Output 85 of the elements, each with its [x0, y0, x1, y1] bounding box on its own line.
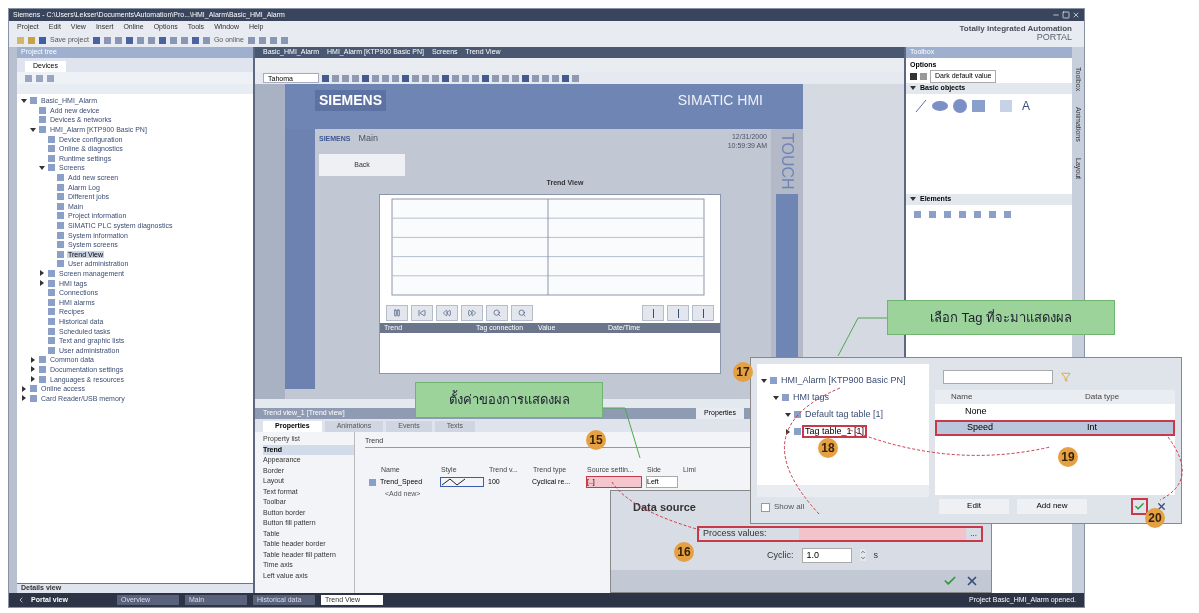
callout-label: ตั้งค่าของการแสดงผล	[415, 382, 603, 418]
element-tool-icon	[989, 211, 996, 218]
ruler-button[interactable]	[642, 305, 664, 321]
confirm-button[interactable]	[1131, 497, 1148, 515]
tree-item[interactable]: Default tag table [1]	[804, 410, 885, 419]
add-new-button[interactable]: Add new	[1017, 498, 1087, 514]
dialog-title: Data source	[633, 500, 696, 515]
touch-label: TOUCH	[778, 133, 797, 190]
tag-name: None	[964, 405, 988, 419]
save-icon	[39, 36, 46, 44]
spinner-button[interactable]	[859, 549, 866, 562]
unit-label: s	[873, 548, 878, 562]
element-tool-icon	[959, 211, 966, 218]
screen-name: Main	[358, 132, 379, 145]
column-header: Data type	[1085, 391, 1120, 403]
collapsed-arrow-icon[interactable]	[21, 395, 27, 402]
expanded-arrow-icon[interactable]	[785, 411, 791, 418]
line-style-field[interactable]	[440, 477, 484, 487]
line-style-icon	[441, 478, 467, 486]
collapsed-arrow-icon[interactable]	[21, 385, 27, 392]
element-tool-icon	[929, 211, 936, 218]
column-header: Name	[950, 391, 974, 403]
collapse-arrow-icon[interactable]	[910, 196, 916, 202]
hmi-brand: SIEMENS	[315, 90, 386, 111]
cyclic-field[interactable]: 1.0	[801, 547, 852, 563]
hmi-product-name: SIMATIC HMI	[677, 91, 763, 110]
page-icon	[770, 377, 777, 384]
collapsed-arrow-icon[interactable]	[39, 270, 45, 277]
page-icon	[794, 428, 801, 435]
expanded-arrow-icon[interactable]	[773, 394, 779, 401]
rewind-icon	[443, 309, 451, 317]
close-icon[interactable]	[1072, 11, 1080, 19]
expanded-arrow-icon[interactable]	[761, 377, 767, 384]
collapsed-arrow-icon[interactable]	[30, 366, 36, 373]
shape-tools-drawing[interactable]	[914, 98, 1014, 113]
tree-item[interactable]: Tag table_1 [1]	[804, 427, 866, 436]
step-number: 20	[1145, 508, 1165, 528]
page-icon	[782, 394, 789, 401]
brand-title: Totally Integrated Automation	[959, 25, 1072, 33]
zoom-in-icon	[493, 309, 501, 317]
check-icon	[1134, 500, 1145, 512]
element-tool-icon	[914, 211, 921, 218]
fast-forward-icon	[468, 309, 476, 317]
tag-row[interactable]: Speed Int	[935, 420, 1175, 436]
element-tool-icon	[1004, 211, 1011, 218]
collapsed-arrow-icon[interactable]	[30, 356, 36, 363]
text-tool[interactable]: A	[1022, 96, 1030, 115]
collapsed-arrow-icon[interactable]	[30, 376, 36, 382]
tree-item[interactable]: HMI tags	[792, 393, 830, 402]
leader-line	[837, 317, 888, 357]
brand-subtitle: PORTAL	[1036, 33, 1072, 42]
expanded-arrow-icon[interactable]	[30, 126, 36, 133]
search-field[interactable]	[943, 370, 1053, 384]
folder-icon	[28, 36, 35, 44]
expanded-arrow-icon[interactable]	[39, 164, 45, 171]
page-icon	[794, 411, 801, 418]
cyclic-label: Cyclic:	[767, 548, 794, 562]
zoom-out-icon	[518, 309, 526, 317]
edit-button[interactable]: Edit	[939, 498, 1009, 514]
tag-row[interactable]: None	[935, 404, 1175, 420]
trend-row-icon	[369, 478, 376, 486]
expanded-arrow-icon[interactable]	[21, 97, 27, 104]
new-project-icon	[17, 36, 24, 44]
trend-toolbar-button[interactable]	[386, 305, 408, 321]
tag-name: Speed	[966, 421, 995, 435]
close-icon[interactable]	[965, 574, 979, 588]
checkbox[interactable]	[761, 502, 770, 512]
element-tool-icon	[944, 211, 951, 218]
pause-icon	[393, 309, 401, 317]
pointer-icon	[910, 73, 917, 80]
tree-item[interactable]: HMI_Alarm [KTP900 Basic PN]	[780, 376, 907, 385]
ruler-button[interactable]	[692, 305, 714, 321]
collapse-arrow-icon[interactable]	[910, 85, 916, 91]
ruler-button[interactable]	[667, 305, 689, 321]
element-tool-icon	[974, 211, 981, 218]
minimize-icon[interactable]	[1052, 11, 1060, 19]
tag-data-type: Int	[1087, 421, 1097, 435]
show-all-label: Show all	[774, 501, 805, 513]
maximize-icon[interactable]	[1062, 11, 1070, 19]
collapsed-arrow-icon[interactable]	[785, 428, 791, 435]
leader-line	[602, 407, 641, 459]
collapsed-arrow-icon[interactable]	[39, 280, 45, 287]
skip-back-icon	[418, 309, 426, 317]
callout-label: เลือก Tag ที่จะมาแสดงผล	[887, 300, 1115, 335]
tool-icon	[920, 73, 927, 80]
